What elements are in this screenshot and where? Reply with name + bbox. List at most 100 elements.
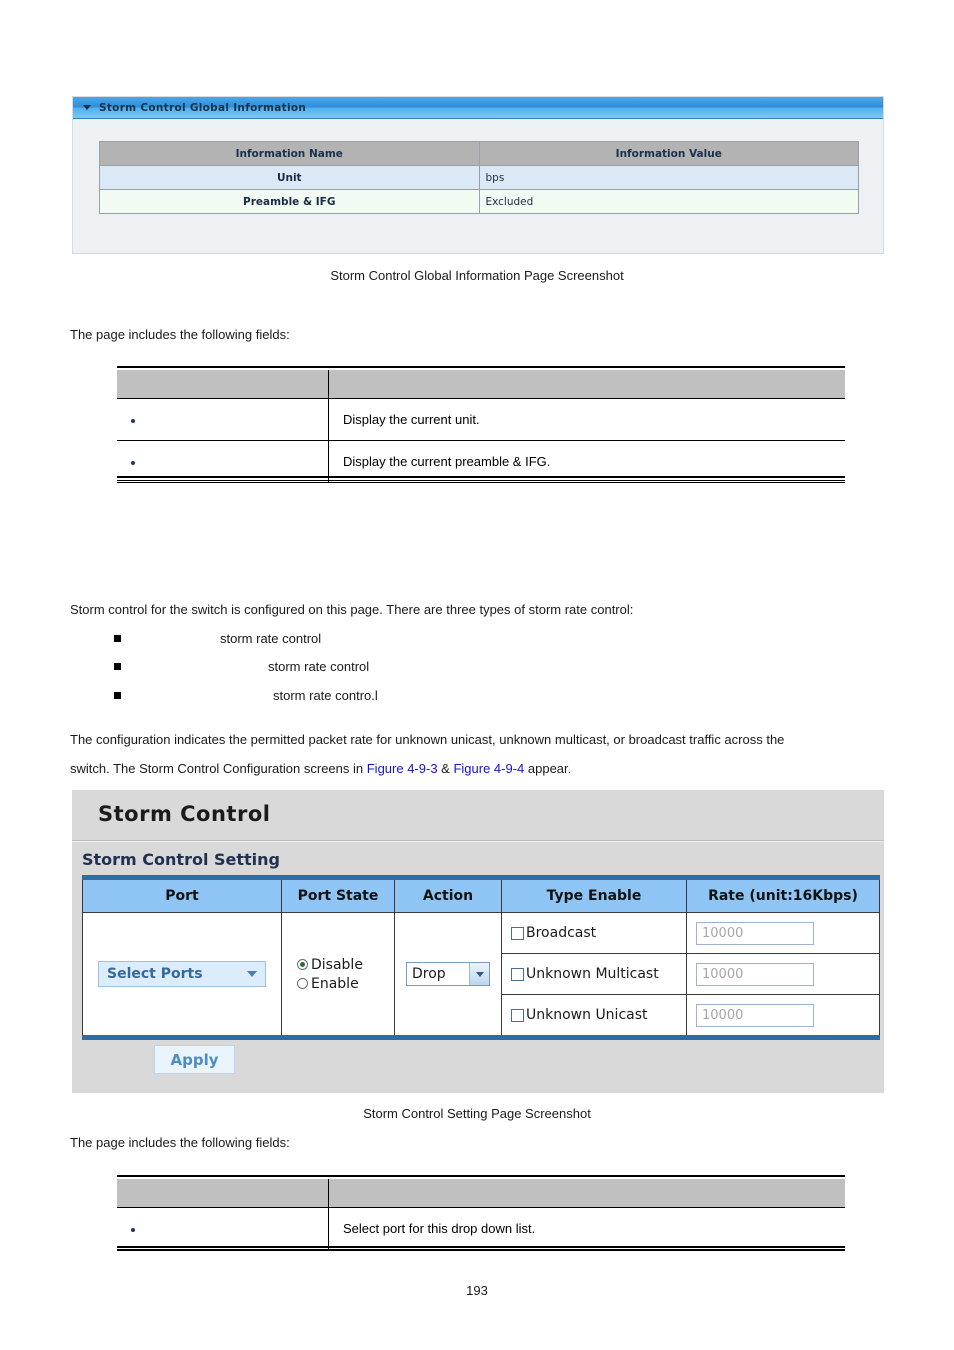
table-header-row (117, 370, 845, 399)
table-header-row (117, 1179, 845, 1208)
type-unknown-unicast-label: Unknown Unicast (526, 1007, 648, 1023)
panel-header-title: Storm Control Global Information (99, 101, 307, 114)
rate-input-broadcast-value: 10000 (702, 925, 744, 941)
column-header-rate: Rate (unit:16Kbps) (686, 877, 880, 913)
type-broadcast[interactable]: Broadcast (503, 925, 685, 941)
checkbox-broadcast[interactable] (511, 926, 524, 940)
square-bullet-icon (114, 692, 121, 699)
cell-type-enable: Broadcast (501, 912, 687, 954)
storm-control-screenshot-panel: Storm Control Storm Control Setting Port… (72, 790, 884, 1093)
radio-disable-icon[interactable] (297, 959, 308, 970)
square-bullet-icon (114, 635, 121, 642)
paragraph-text-pre: switch. The Storm Control Configuration … (70, 761, 367, 776)
field-description-table-1: Display the current unit. Display the cu… (117, 370, 845, 483)
storm-control-setting-table: Port Port State Action Type Enable Rate … (82, 875, 880, 1040)
table-header-row: Information Name Information Value (99, 141, 859, 166)
cell-rate: 10000 (686, 912, 880, 954)
collapse-triangle-icon[interactable] (83, 105, 91, 110)
intro-text-1: The page includes the following fields: (70, 327, 290, 342)
radio-option-enable[interactable]: Enable (297, 976, 359, 992)
storm-control-global-information-panel: Storm Control Global Information Informa… (72, 96, 884, 254)
rate-input-unknown-multicast-value: 10000 (702, 966, 744, 982)
action-select[interactable]: Drop (406, 962, 490, 986)
type-broadcast-label: Broadcast (526, 925, 597, 941)
checkbox-unknown-multicast[interactable] (511, 967, 524, 981)
figure-link-1[interactable]: Figure 4-9-3 (367, 761, 438, 776)
action-select-button[interactable] (469, 963, 489, 985)
intro-text-2: The page includes the following fields: (70, 1135, 290, 1150)
column-header-port: Port (82, 877, 282, 913)
page-title: Storm Control (98, 802, 271, 826)
table-row: Display the current unit. (117, 398, 845, 441)
radio-enable-label: Enable (311, 975, 359, 992)
divider (72, 840, 884, 842)
global-information-table: Information Name Information Value Unit … (99, 141, 859, 214)
table-row: Select Ports Disable Enable Drop Broadca… (82, 912, 880, 1038)
type-unknown-unicast[interactable]: Unknown Unicast (503, 1007, 685, 1023)
table-header-row: Port Port State Action Type Enable Rate … (82, 877, 880, 913)
table-row: Preamble & IFG Excluded (99, 189, 859, 214)
cell-information-name: Unit (99, 165, 480, 190)
rate-input-unknown-multicast[interactable]: 10000 (696, 962, 814, 986)
checkbox-unknown-unicast[interactable] (511, 1008, 524, 1022)
cell-type-enable: Unknown Multicast (501, 953, 687, 995)
paragraph-amp: & (437, 761, 454, 776)
table-bottom-rule (117, 1246, 845, 1251)
radio-enable-icon[interactable] (297, 978, 308, 989)
cell-object (117, 398, 329, 441)
figure-link-2[interactable]: Figure 4-9-4 (453, 761, 524, 776)
figure-caption-2: Storm Control Setting Page Screenshot (363, 1106, 591, 1121)
section-title: Storm Control Setting (82, 850, 281, 869)
cell-information-name: Preamble & IFG (99, 189, 480, 214)
document-page: Storm Control Global Information Informa… (0, 0, 954, 1350)
rate-input-unknown-unicast-value: 10000 (702, 1007, 744, 1023)
select-ports-dropdown[interactable]: Select Ports (98, 961, 266, 987)
cell-rate: 10000 (686, 994, 880, 1038)
cell-action: Drop (394, 912, 502, 1038)
action-selected-value: Drop (412, 966, 446, 982)
paragraph-storm-control-intro: Storm control for the switch is configur… (70, 602, 634, 617)
figure-caption-1: Storm Control Global Information Page Sc… (330, 268, 624, 283)
cell-information-value: Excluded (478, 189, 859, 214)
bullet-item-3: storm rate contro.l (273, 688, 378, 703)
column-header-action: Action (394, 877, 502, 913)
panel-header[interactable]: Storm Control Global Information (73, 97, 883, 119)
chevron-down-icon (247, 971, 257, 977)
column-header-port-state: Port State (281, 877, 395, 913)
cell-description: Display the current unit. (328, 398, 845, 441)
select-ports-label: Select Ports (107, 966, 203, 982)
column-header-type-enable: Type Enable (501, 877, 687, 913)
cell-object (117, 1207, 329, 1250)
paragraph-text-post: appear. (524, 761, 572, 776)
column-header-object (117, 1179, 329, 1208)
cell-rate: 10000 (686, 953, 880, 995)
bullet-icon (131, 418, 135, 423)
radio-disable-label: Disable (311, 956, 363, 973)
column-header-information-value: Information Value (478, 141, 859, 166)
paragraph-configuration-line1: The configuration indicates the permitte… (70, 732, 785, 747)
rate-input-broadcast[interactable]: 10000 (696, 921, 814, 945)
bullet-item-1: storm rate control (220, 631, 322, 646)
table-bottom-rule (117, 476, 845, 481)
column-header-description (328, 370, 845, 399)
column-header-description (328, 1179, 845, 1208)
rate-input-unknown-unicast[interactable]: 10000 (696, 1003, 814, 1027)
cell-port-state: Disable Enable (281, 912, 395, 1038)
chevron-down-icon (475, 971, 484, 977)
apply-button[interactable]: Apply (154, 1045, 235, 1074)
column-header-object (117, 370, 329, 399)
cell-information-value: bps (478, 165, 859, 190)
bullet-icon (131, 460, 135, 465)
table-row: Select port for this drop down list. (117, 1207, 845, 1250)
type-unknown-multicast[interactable]: Unknown Multicast (503, 966, 685, 982)
square-bullet-icon (114, 663, 121, 670)
page-number: 193 (466, 1283, 488, 1298)
paragraph-configuration-line2: switch. The Storm Control Configuration … (70, 761, 571, 776)
bullet-icon (131, 1227, 135, 1232)
column-header-information-name: Information Name (99, 141, 480, 166)
cell-port: Select Ports (82, 912, 282, 1038)
field-description-table-2: Select port for this drop down list. (117, 1179, 845, 1250)
radio-option-disable[interactable]: Disable (297, 957, 363, 973)
table-row: Unit bps (99, 165, 859, 190)
port-state-radio-group: Disable Enable (283, 957, 393, 992)
